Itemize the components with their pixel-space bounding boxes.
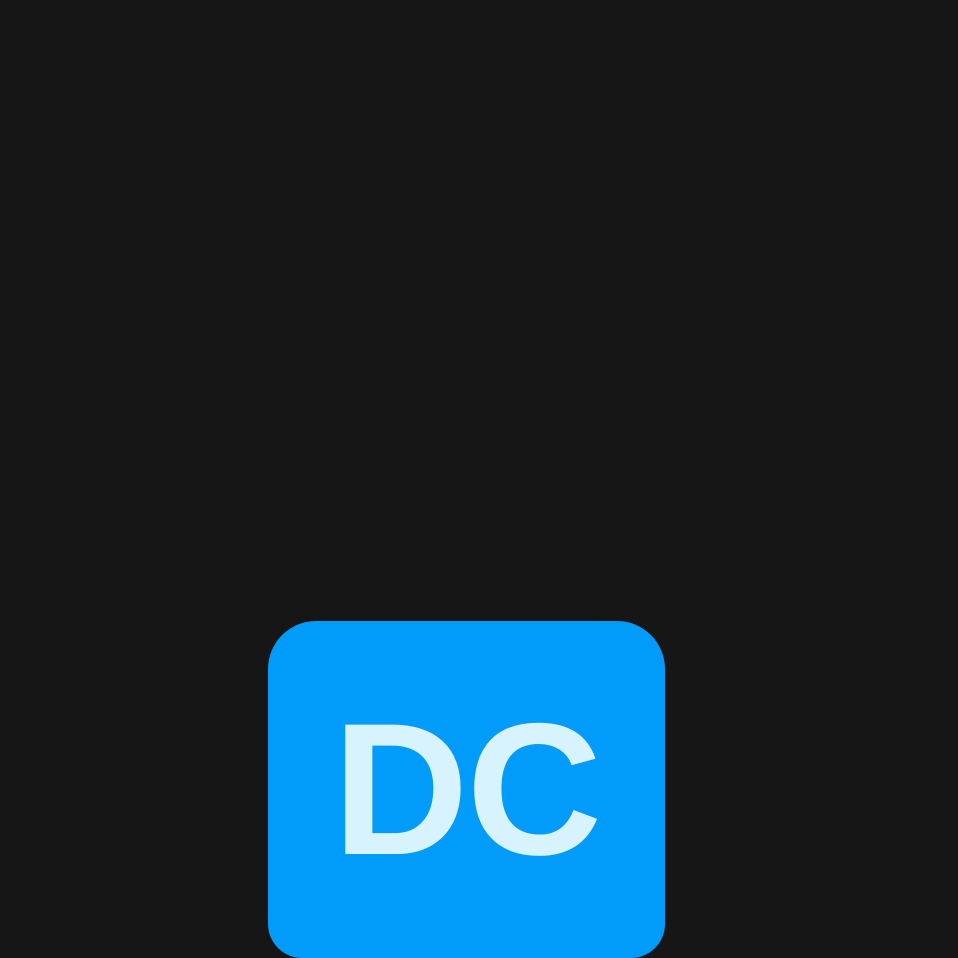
app-icon-tile[interactable]: DC: [268, 621, 665, 958]
app-icon-initials: DC: [332, 684, 603, 894]
screen-background: DC: [0, 0, 958, 958]
